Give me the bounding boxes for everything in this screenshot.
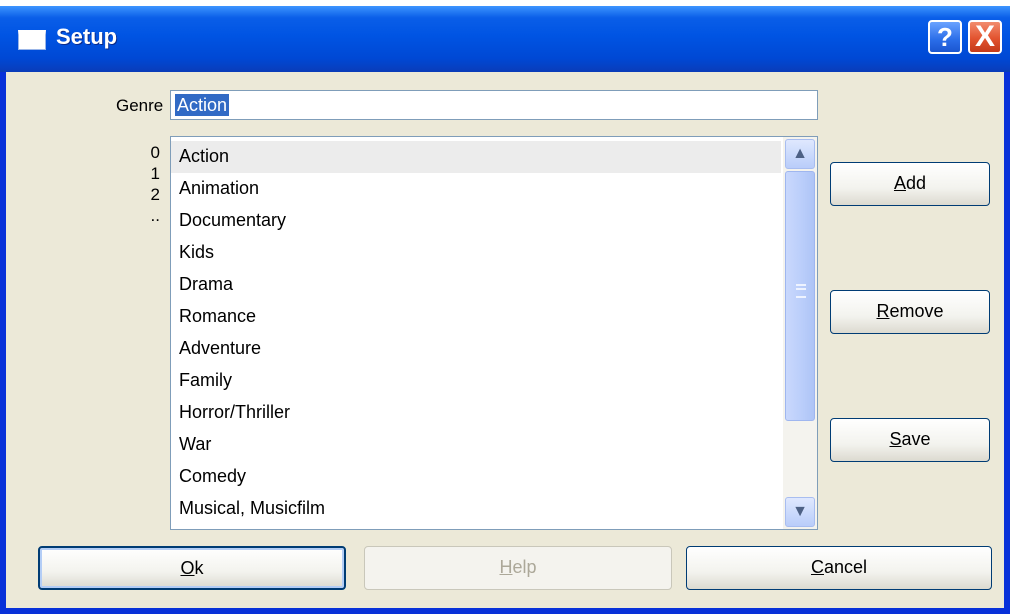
list-item[interactable]: Animation	[171, 173, 781, 205]
help-icon[interactable]: ?	[928, 20, 962, 54]
index-label: 1	[150, 164, 160, 183]
list-item-selected[interactable]: Action	[171, 141, 781, 173]
close-icon[interactable]: X	[968, 20, 1002, 54]
list-item[interactable]: Musical, Musicfilm	[171, 493, 781, 525]
genre-label: Genre	[116, 96, 164, 115]
list-item[interactable]: Family	[171, 365, 781, 397]
genre-list: Action Animation Documentary Kids Drama …	[171, 141, 781, 525]
index-column: 0 1 2 ..	[116, 142, 160, 226]
scroll-thumb[interactable]	[785, 171, 815, 421]
index-label: 2	[150, 185, 160, 204]
scroll-down-icon[interactable]: ▼	[785, 497, 815, 527]
genre-input[interactable]: Action	[170, 90, 818, 120]
ok-button[interactable]: Ok	[38, 546, 346, 590]
title-bar[interactable]: Setup ? X	[0, 6, 1010, 72]
add-button[interactable]: Add	[830, 162, 990, 206]
grip-icon	[796, 284, 806, 298]
list-item[interactable]: Horror/Thriller	[171, 397, 781, 429]
list-item[interactable]: Adventure	[171, 333, 781, 365]
scroll-up-icon[interactable]: ▲	[785, 139, 815, 169]
list-item[interactable]: War	[171, 429, 781, 461]
list-item[interactable]: Romance	[171, 301, 781, 333]
list-item[interactable]: Documentary	[171, 205, 781, 237]
genre-input-value: Action	[175, 94, 230, 116]
list-item[interactable]: Drama	[171, 269, 781, 301]
cancel-button[interactable]: Cancel	[686, 546, 992, 590]
window-icon	[18, 30, 46, 50]
list-item[interactable]: Kids	[171, 237, 781, 269]
list-item[interactable]: Comedy	[171, 461, 781, 493]
setup-dialog: Setup ? X Genre Action 0 1 2 .. Action A…	[0, 6, 1010, 614]
dialog-body: Genre Action 0 1 2 .. Action Animation D…	[6, 72, 1004, 608]
genre-listbox[interactable]: Action Animation Documentary Kids Drama …	[170, 136, 818, 530]
index-label: ..	[150, 206, 160, 225]
save-button[interactable]: Save	[830, 418, 990, 462]
remove-button[interactable]: Remove	[830, 290, 990, 334]
window-title: Setup	[56, 24, 118, 49]
help-button[interactable]: Help	[364, 546, 672, 590]
vertical-scrollbar[interactable]: ▲ ▼	[783, 137, 817, 529]
index-label: 0	[150, 143, 160, 162]
